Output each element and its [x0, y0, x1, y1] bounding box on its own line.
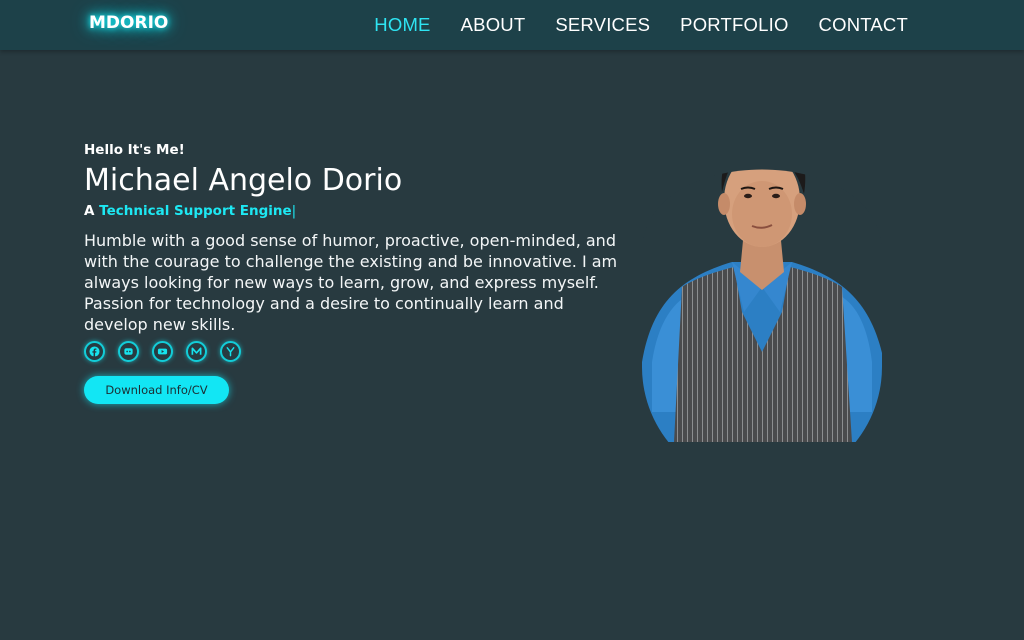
youtube-icon[interactable]: [152, 341, 173, 362]
social-links: [84, 341, 624, 362]
nav-about[interactable]: ABOUT: [461, 14, 526, 36]
bio: Humble with a good sense of humor, proac…: [84, 231, 618, 334]
role-text: Technical Support Engine: [99, 203, 292, 219]
hero-section: Hello It's Me! Michael Angelo Dorio A Te…: [84, 142, 624, 404]
download-cv-button[interactable]: Download Info/CV: [84, 376, 229, 404]
nav-services[interactable]: SERVICES: [555, 14, 650, 36]
nav-links: HOME ABOUT SERVICES PORTFOLIO CONTACT: [374, 14, 908, 36]
nav-contact[interactable]: CONTACT: [819, 14, 908, 36]
profile-photo: [622, 112, 902, 442]
nav-home[interactable]: HOME: [374, 14, 430, 36]
role-prefix: A: [84, 203, 95, 219]
greeting: Hello It's Me!: [84, 142, 185, 158]
role-line: A Technical Support Engine|: [84, 203, 624, 219]
facebook-icon[interactable]: [84, 341, 105, 362]
nav-portfolio[interactable]: PORTFOLIO: [680, 14, 788, 36]
logo[interactable]: MDORIO: [89, 13, 168, 33]
hero-name: Michael Angelo Dorio: [84, 163, 403, 198]
medium-icon[interactable]: [186, 341, 207, 362]
navbar: MDORIO HOME ABOUT SERVICES PORTFOLIO CON…: [0, 0, 1024, 50]
ycombinator-icon[interactable]: [220, 341, 241, 362]
typing-cursor: |: [291, 203, 297, 219]
discord-icon[interactable]: [118, 341, 139, 362]
